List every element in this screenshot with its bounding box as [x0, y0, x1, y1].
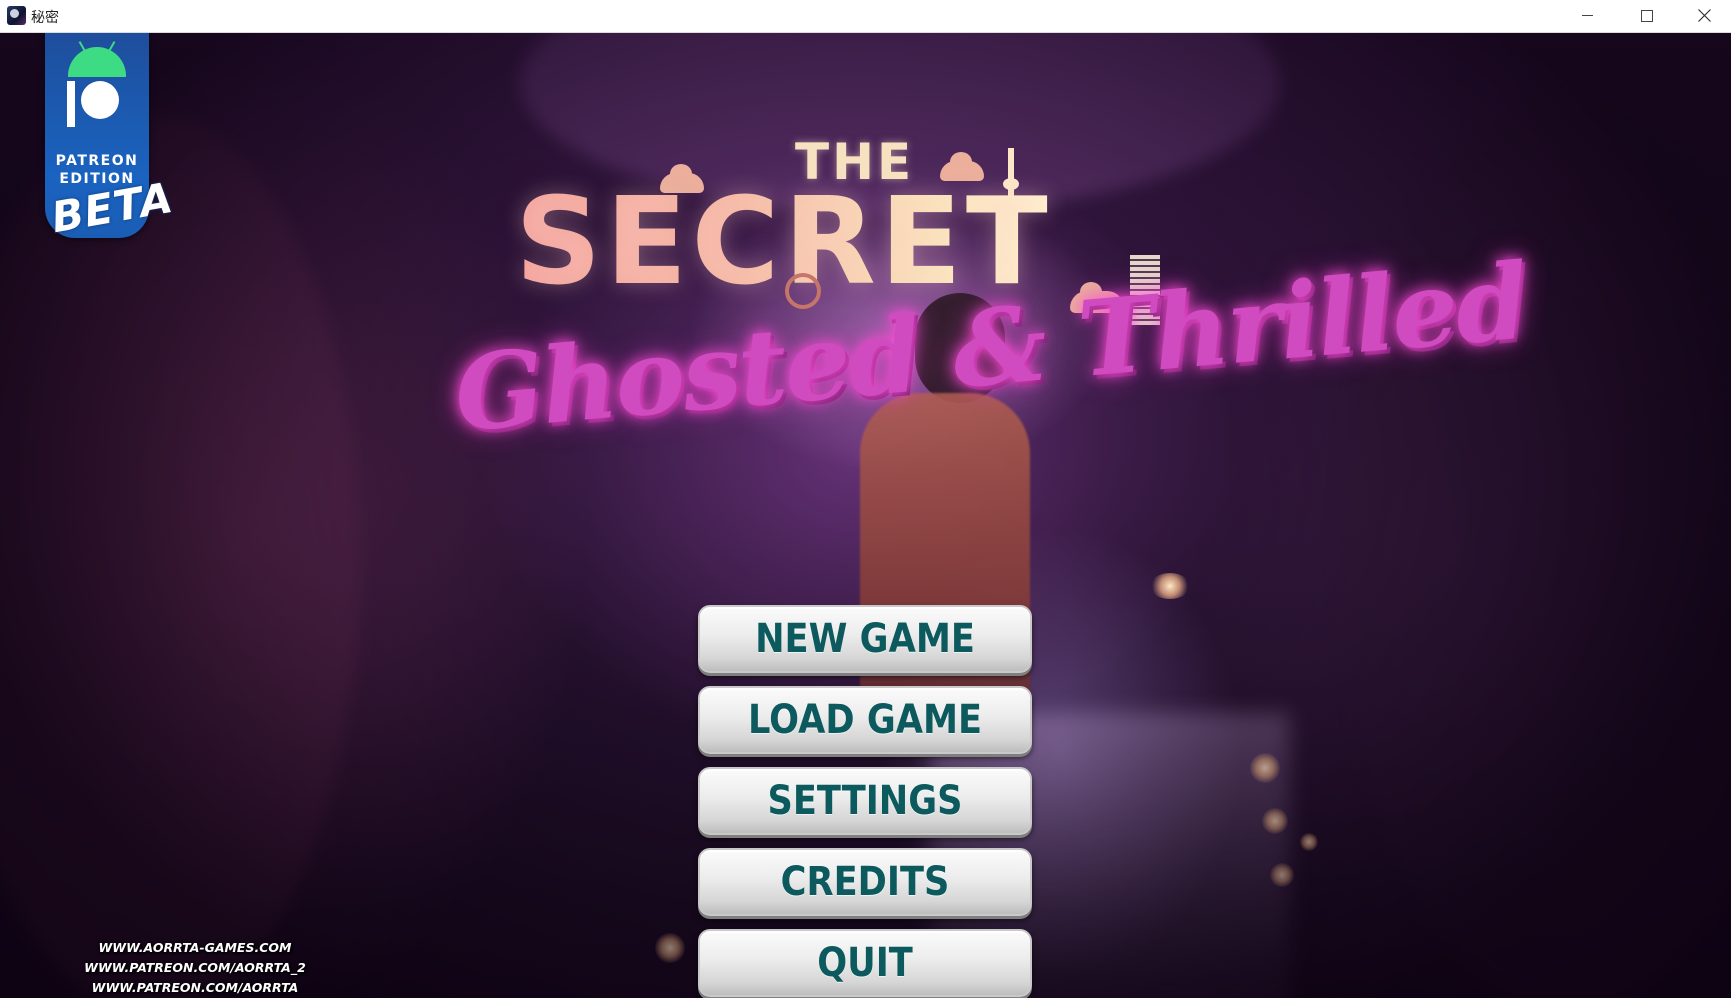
close-button[interactable] — [1676, 0, 1731, 32]
load-game-button[interactable]: LOAD GAME — [698, 686, 1032, 754]
badge-line-patreon: PATREON — [55, 153, 139, 169]
window-title: 秘密 — [31, 10, 59, 26]
main-menu: NEW GAME LOAD GAME SETTINGS CREDITS QUIT — [698, 605, 1034, 998]
new-game-button[interactable]: NEW GAME — [698, 605, 1032, 673]
settings-button[interactable]: SETTINGS — [698, 767, 1032, 835]
patreon-edition-badge: PATREON EDITION BETA — [45, 33, 177, 242]
patreon-logo-icon — [81, 81, 119, 119]
load-game-label: LOAD GAME — [747, 697, 983, 743]
patreon-logo-bar — [67, 81, 75, 127]
game-app-icon — [7, 6, 26, 25]
main-menu-screen: PATREON EDITION BETA THE SECRET Ghosted … — [0, 33, 1731, 998]
credits-label: CREDITS — [780, 859, 950, 905]
quit-label: QUIT — [817, 940, 913, 986]
credits-button[interactable]: CREDITS — [698, 848, 1032, 916]
new-game-label: NEW GAME — [755, 616, 975, 662]
quit-button[interactable]: QUIT — [698, 929, 1032, 997]
logo-title: SECRET — [515, 173, 1052, 312]
maximize-button[interactable] — [1618, 0, 1676, 32]
android-icon — [68, 47, 126, 77]
minimize-button[interactable] — [1559, 0, 1617, 32]
website-links: WWW.AORRTA-GAMES.COM WWW.PATREON.COM/AOR… — [80, 938, 310, 998]
close-icon — [1698, 9, 1711, 22]
settings-label: SETTINGS — [767, 778, 963, 824]
game-window: 秘密 PATREON EDITION BETA THE SECRET Ghost… — [0, 0, 1731, 998]
title-bar[interactable]: 秘密 — [0, 0, 1731, 33]
patreon-link[interactable]: WWW.PATREON.COM/AORRTA — [80, 978, 310, 998]
website-link[interactable]: WWW.AORRTA-GAMES.COM — [80, 938, 310, 958]
patreon-link-2[interactable]: WWW.PATREON.COM/AORRTA_2 — [80, 958, 310, 978]
